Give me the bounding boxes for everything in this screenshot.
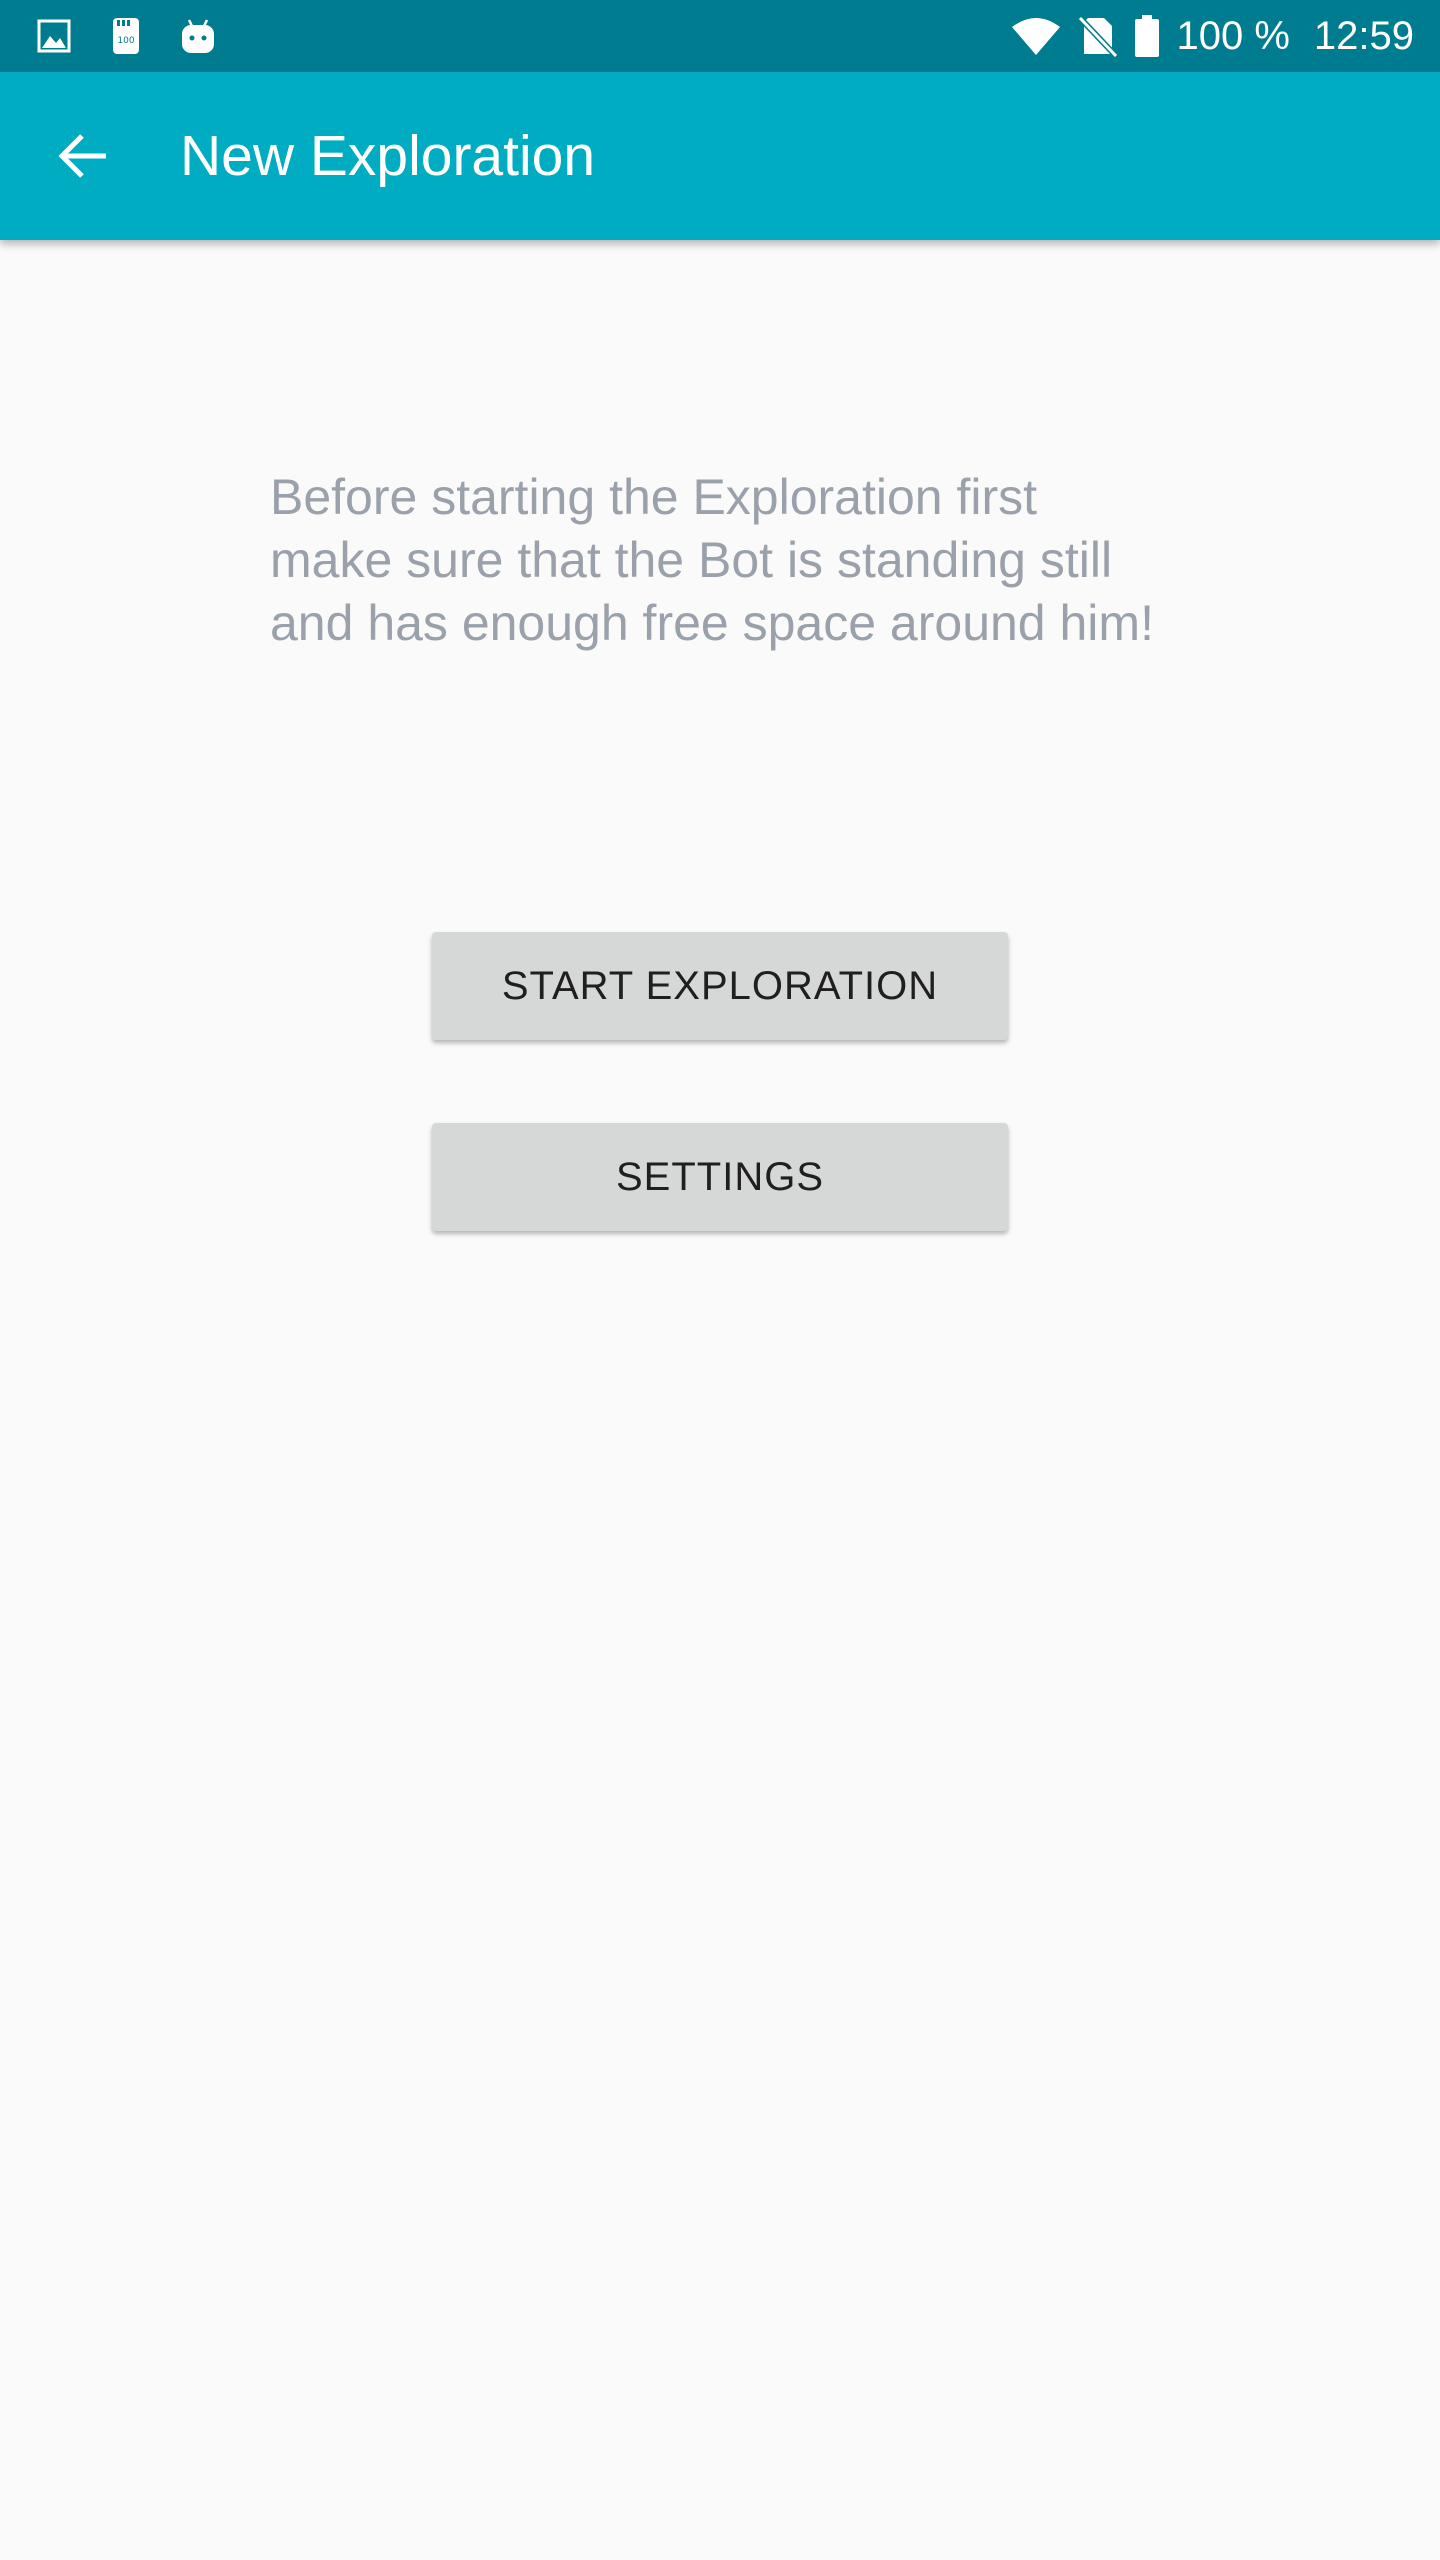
screen: 100 100 % 12:59 New Exploration Before s… bbox=[0, 0, 1440, 2560]
instruction-text: Before starting the Exploration first ma… bbox=[270, 469, 1154, 651]
image-icon bbox=[34, 16, 74, 56]
start-exploration-button[interactable]: START EXPLORATION bbox=[432, 932, 1008, 1040]
battery-icon bbox=[1134, 14, 1160, 58]
status-bar: 100 100 % 12:59 bbox=[0, 0, 1440, 72]
wifi-icon bbox=[1010, 14, 1062, 58]
android-icon bbox=[178, 16, 218, 56]
back-button[interactable] bbox=[40, 112, 128, 200]
sd-card-label: 100 bbox=[117, 36, 134, 46]
page-title: New Exploration bbox=[180, 124, 596, 188]
arrow-back-icon bbox=[58, 134, 106, 178]
app-bar: New Exploration bbox=[0, 72, 1440, 240]
sd-card-icon: 100 bbox=[106, 16, 146, 56]
notification-icons: 100 bbox=[34, 14, 250, 58]
settings-button[interactable]: SETTINGS bbox=[432, 1123, 1008, 1231]
clock: 12:59 bbox=[1313, 14, 1414, 58]
no-sim-icon bbox=[1078, 14, 1119, 58]
system-status: 100 % 12:59 bbox=[1010, 10, 1414, 62]
battery-percent: 100 % bbox=[1176, 14, 1290, 58]
